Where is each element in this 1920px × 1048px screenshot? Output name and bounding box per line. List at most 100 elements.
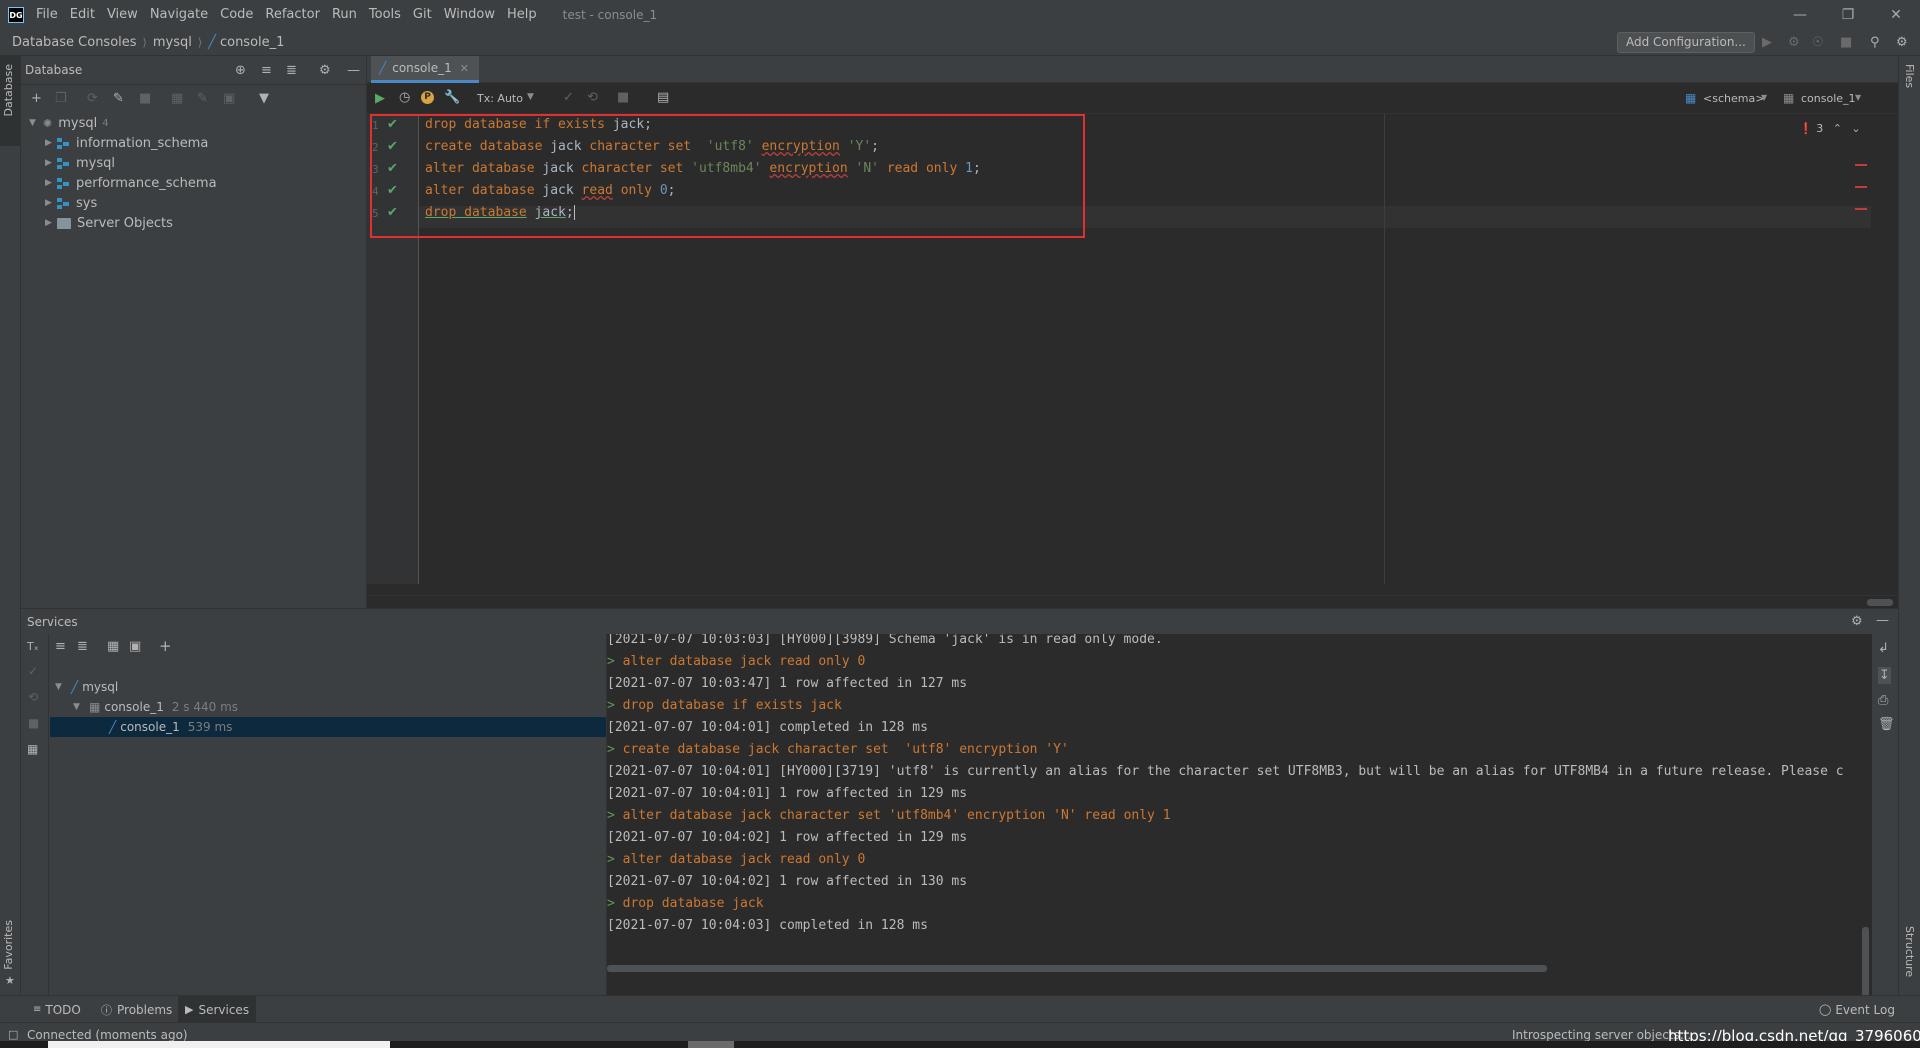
menu-view[interactable]: View <box>101 7 144 22</box>
error-stripe-mark[interactable] <box>1855 186 1867 188</box>
execute-icon[interactable]: ▶ <box>375 91 385 106</box>
target-icon[interactable]: ⊕ <box>235 63 246 78</box>
hide-panel-icon[interactable]: — <box>1876 613 1889 628</box>
plan-icon[interactable]: P <box>421 91 434 104</box>
group-icon[interactable]: ▦ <box>107 639 119 654</box>
scrollbar-thumb[interactable] <box>607 965 1547 972</box>
tab-problems[interactable]: ⓘ Problems <box>94 996 179 1023</box>
menu-window[interactable]: Window <box>438 7 501 22</box>
tree-node-mysql-root[interactable]: ▼ ✺ mysql 4 <box>29 113 109 133</box>
chevron-down-icon[interactable]: ▼ <box>73 702 85 712</box>
session-selector[interactable]: console_1 <box>1801 92 1856 105</box>
stop-icon[interactable]: ■ <box>28 716 39 730</box>
output-vertical-scrollbar-thumb[interactable] <box>1862 927 1869 997</box>
copy-icon[interactable]: ❐ <box>55 91 67 106</box>
chevron-down-icon[interactable]: ▼ <box>55 682 67 692</box>
tab-services[interactable]: ▶ Services <box>178 996 257 1023</box>
output-table-icon[interactable]: ▤ <box>657 90 669 105</box>
breadcrumb-console[interactable]: console_1 <box>220 35 284 50</box>
trash-icon[interactable]: 🗑 <box>1878 717 1895 732</box>
layout-icon[interactable]: ▦ <box>27 742 38 756</box>
menu-git[interactable]: Git <box>407 7 438 22</box>
menu-run[interactable]: Run <box>326 7 363 22</box>
database-tool-tab[interactable]: Database <box>2 64 15 117</box>
gear-icon[interactable]: ⚙ <box>1851 614 1863 629</box>
wrench-icon[interactable]: 🔧 <box>444 90 460 105</box>
menu-navigate[interactable]: Navigate <box>144 7 214 22</box>
run-icon[interactable]: ▶ <box>1762 35 1772 50</box>
gear-icon[interactable]: ⚙ <box>319 63 331 78</box>
tx-icon[interactable]: Tₓ <box>27 640 39 653</box>
taskbar-item[interactable] <box>688 1041 734 1048</box>
error-stripe-mark[interactable] <box>1855 164 1867 166</box>
coverage-icon[interactable]: ☉ <box>1812 35 1824 50</box>
tab-event-log[interactable]: ◯ Event Log <box>1812 996 1902 1023</box>
tab-console[interactable]: ╱ console_1 ✕ <box>371 56 479 83</box>
table-icon[interactable]: ▦ <box>171 91 183 106</box>
transaction-mode-selector[interactable]: Tx: Auto <box>477 92 523 105</box>
filter-icon[interactable]: ▼ <box>259 91 269 106</box>
filter-icon[interactable]: ▣ <box>129 639 141 654</box>
menu-file[interactable]: File <box>30 7 64 22</box>
add-icon[interactable]: + <box>31 91 42 106</box>
chevron-down-icon[interactable]: ⌄ <box>1851 122 1860 135</box>
output-horizontal-scrollbar[interactable] <box>607 963 1872 973</box>
tree-node-schema[interactable]: ▶ sys <box>45 193 97 213</box>
history-icon[interactable]: ◷ <box>399 90 410 105</box>
stop-icon[interactable]: ■ <box>1840 35 1852 50</box>
console-icon[interactable]: ▣ <box>223 91 235 106</box>
chevron-down-icon[interactable]: ▼ <box>29 118 41 128</box>
collapse-all-icon[interactable]: ≣ <box>286 63 297 78</box>
files-tool-tab[interactable]: Files <box>1903 64 1916 88</box>
background-task-status[interactable]: Introspecting server objects... <box>1512 1028 1691 1042</box>
debug-icon[interactable]: ⚙ <box>1788 35 1800 50</box>
add-configuration-button[interactable]: Add Configuration... <box>1617 32 1755 53</box>
chevron-right-icon[interactable]: ▶ <box>45 198 57 208</box>
rollback-icon[interactable]: ⟲ <box>587 90 598 105</box>
menu-code[interactable]: Code <box>214 7 259 22</box>
query-output-log[interactable]: [2021-07-07 10:03:03] [HY000][3989] Sche… <box>607 634 1872 996</box>
add-icon[interactable]: + <box>159 637 172 655</box>
tree-node-schema[interactable]: ▶ information_schema <box>45 133 208 153</box>
search-icon[interactable]: ⚲ <box>1870 35 1880 50</box>
properties-icon[interactable]: ✎ <box>113 91 124 106</box>
error-indicator[interactable]: ❗ 3 ⌃ ⌄ <box>1799 122 1861 135</box>
chevron-right-icon[interactable]: ▶ <box>45 218 57 228</box>
rollback-icon[interactable]: ⟲ <box>28 690 38 704</box>
panel-toggle-icon[interactable]: □ <box>8 1028 18 1041</box>
structure-tool-tab[interactable]: Structure <box>1903 926 1916 977</box>
menu-edit[interactable]: Edit <box>64 7 101 22</box>
tab-todo[interactable]: ≡ TODO <box>26 996 88 1023</box>
tree-node-server-objects[interactable]: ▶ Server Objects <box>45 213 173 233</box>
menu-refactor[interactable]: Refactor <box>259 7 326 22</box>
menu-tools[interactable]: Tools <box>363 7 407 22</box>
chevron-right-icon[interactable]: ▶ <box>45 138 57 148</box>
tree-node-schema[interactable]: ▶ performance_schema <box>45 173 217 193</box>
commit-icon[interactable]: ✓ <box>28 664 38 678</box>
stop-icon[interactable]: ■ <box>617 90 629 105</box>
breadcrumb-database-consoles[interactable]: Database Consoles <box>12 35 137 50</box>
chevron-up-icon[interactable]: ⌃ <box>1833 122 1842 135</box>
menu-help[interactable]: Help <box>501 7 543 22</box>
commit-icon[interactable]: ✓ <box>563 90 574 105</box>
service-node-run[interactable]: ╱ console_1 539 ms <box>103 717 232 737</box>
service-node-mysql[interactable]: ▼ ╱ mysql <box>55 677 118 697</box>
service-node-session[interactable]: ▼ ▦ console_1 2 s 440 ms <box>73 697 238 717</box>
schema-selector[interactable]: <schema> <box>1703 92 1764 105</box>
chevron-right-icon[interactable]: ▶ <box>45 158 57 168</box>
tree-node-schema[interactable]: ▶ mysql <box>45 153 115 173</box>
error-stripe-mark[interactable] <box>1855 208 1867 210</box>
sql-editor[interactable]: 1 2 3 4 5 ✔ ✔ ✔ ✔ ✔ drop database if exi… <box>367 114 1898 595</box>
expand-all-icon[interactable]: ≡ <box>55 639 66 654</box>
taskbar-item[interactable] <box>48 1041 390 1048</box>
close-icon[interactable]: ✕ <box>1872 0 1920 29</box>
soft-wrap-icon[interactable]: ↲ <box>1878 641 1889 656</box>
favorites-tool-tab[interactable]: Favorites <box>2 920 15 970</box>
collapse-all-icon[interactable]: ≣ <box>77 639 88 654</box>
scrollbar-thumb[interactable] <box>1867 599 1893 606</box>
settings-icon[interactable]: ⚙ <box>1896 35 1908 50</box>
stop-icon[interactable]: ■ <box>139 91 151 106</box>
expand-all-icon[interactable]: ≡ <box>261 63 272 78</box>
editor-horizontal-scrollbar[interactable] <box>367 595 1898 608</box>
refresh-icon[interactable]: ⟳ <box>87 91 98 106</box>
